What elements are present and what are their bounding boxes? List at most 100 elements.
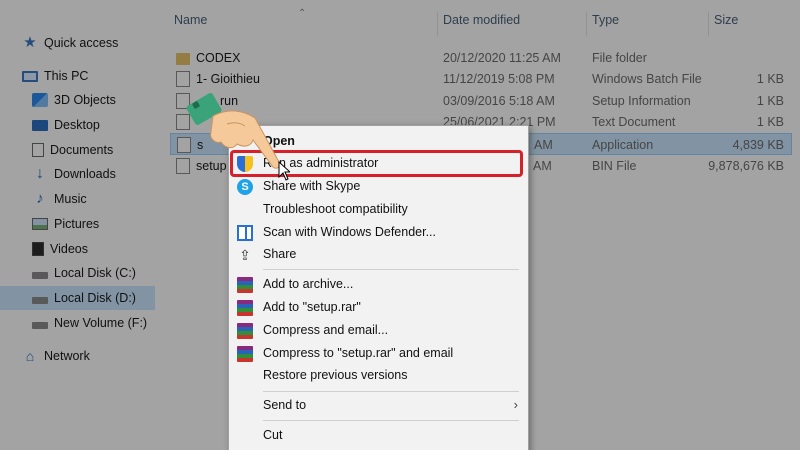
navigation-pane: ★ Quick access This PC 3D Objects Deskto…: [0, 0, 160, 450]
nav-item-label: 3D Objects: [54, 93, 116, 107]
column-header-name[interactable]: Name: [174, 0, 207, 40]
nav-item-label: New Volume (F:): [54, 316, 148, 330]
nav-item-label: Music: [54, 192, 87, 206]
pictures-icon: [32, 218, 48, 230]
menu-separator: [263, 420, 519, 421]
menu-separator: [263, 269, 519, 270]
menu-item-scan-with-defender[interactable]: Scan with Windows Defender...: [229, 221, 528, 244]
file-type: Setup Information: [592, 94, 691, 108]
winrar-icon: [237, 277, 253, 293]
downloads-icon: ↓: [36, 165, 44, 182]
column-divider[interactable]: [586, 12, 587, 36]
file-date: AM: [534, 138, 553, 152]
file-name: 1- Gioithieu: [196, 72, 260, 86]
menu-item-add-to-setup-rar[interactable]: Add to "setup.rar": [229, 296, 528, 319]
file-size: 4,839 KB: [732, 138, 784, 152]
column-header-label: Type: [592, 13, 620, 27]
file-row[interactable]: 1- Gioithieu 11/12/2019 5:08 PM Windows …: [170, 68, 792, 90]
column-header-date[interactable]: Date modified: [443, 0, 520, 40]
column-header-size[interactable]: Size: [714, 0, 738, 40]
nav-item-pictures[interactable]: Pictures: [32, 212, 192, 236]
folder-icon: [176, 53, 190, 65]
nav-item-label: Desktop: [54, 118, 100, 132]
menu-item-add-to-archive[interactable]: Add to archive...: [229, 273, 528, 296]
nav-item-documents[interactable]: Documents: [32, 138, 192, 162]
nav-item-local-disk-d[interactable]: Local Disk (D:): [0, 286, 155, 310]
nav-item-desktop[interactable]: Desktop: [32, 113, 192, 137]
winrar-icon: [237, 346, 253, 362]
file-type: Text Document: [592, 115, 676, 129]
drive-icon: [32, 322, 48, 329]
nav-item-label: Videos: [50, 242, 88, 256]
drive-icon: [32, 272, 48, 279]
menu-item-send-to[interactable]: Send to ›: [229, 394, 528, 417]
menu-item-label: Compress and email...: [263, 323, 389, 337]
menu-item-share[interactable]: ⇪ Share: [229, 243, 528, 266]
desktop-icon: [32, 119, 48, 131]
nav-item-label: Local Disk (D:): [54, 291, 136, 305]
nav-item-label: Pictures: [54, 217, 100, 231]
nav-item-local-disk-c[interactable]: Local Disk (C:): [32, 261, 192, 285]
nav-item-label: Documents: [50, 143, 114, 157]
network-icon: ⌂: [25, 348, 35, 364]
file-type: File folder: [592, 51, 647, 65]
file-size: 1 KB: [756, 94, 784, 108]
menu-item-label: Cut: [263, 428, 283, 442]
nav-item-quick-access[interactable]: ★ Quick access: [22, 31, 182, 55]
nav-item-label: Quick access: [44, 36, 119, 50]
nav-item-network[interactable]: ⌂ Network: [22, 344, 182, 368]
nav-item-label: Network: [44, 349, 90, 363]
nav-item-new-volume-f[interactable]: New Volume (F:): [32, 311, 192, 335]
nav-item-label: This PC: [44, 69, 89, 83]
file-date: 03/09/2016 5:18 AM: [443, 94, 555, 108]
file-date: AM: [533, 159, 552, 173]
menu-item-label: Troubleshoot compatibility: [263, 202, 408, 216]
nav-item-music[interactable]: ♪ Music: [32, 187, 192, 211]
menu-item-compress-to-setup-rar-and-email[interactable]: Compress to "setup.rar" and email: [229, 342, 528, 365]
menu-item-label: Send to: [263, 398, 307, 412]
column-header-label: Date modified: [443, 13, 521, 27]
winrar-icon: [237, 323, 253, 339]
menu-item-troubleshoot-compatibility[interactable]: Troubleshoot compatibility: [229, 198, 528, 221]
drive-icon: [32, 297, 48, 304]
file-type: Windows Batch File: [592, 72, 702, 86]
file-size: 9,878,676 KB: [708, 159, 784, 173]
sort-ascending-icon: ⌃: [298, 8, 307, 19]
documents-icon: [32, 143, 44, 157]
menu-item-cut[interactable]: Cut: [229, 424, 528, 447]
defender-icon: [237, 225, 253, 241]
nav-item-downloads[interactable]: ↓ Downloads: [32, 162, 192, 186]
menu-item-restore-previous-versions[interactable]: Restore previous versions: [229, 364, 528, 387]
nav-item-3d-objects[interactable]: 3D Objects: [32, 88, 192, 112]
menu-item-label: Scan with Windows Defender...: [263, 225, 436, 239]
nav-item-label: Downloads: [54, 167, 116, 181]
computer-icon: [22, 70, 38, 82]
file-row[interactable]: CODEX 20/12/2020 11:25 AM File folder: [170, 47, 792, 69]
file-size: 1 KB: [756, 72, 784, 86]
menu-item-label: Add to archive...: [263, 277, 354, 291]
file-size: 1 KB: [756, 115, 784, 129]
menu-item-label: Restore previous versions: [263, 368, 408, 382]
column-divider[interactable]: [437, 12, 438, 36]
menu-separator: [263, 391, 519, 392]
star-icon: ★: [23, 34, 37, 51]
nav-item-this-pc[interactable]: This PC: [22, 64, 182, 88]
column-header-label: Size: [714, 13, 739, 27]
file-date: 11/12/2019 5:08 PM: [443, 72, 555, 86]
menu-item-label: Share: [263, 247, 297, 261]
nav-item-label: Local Disk (C:): [54, 266, 136, 280]
share-icon: ⇪: [239, 247, 251, 263]
chevron-right-icon: ›: [513, 397, 518, 412]
pointing-hand-icon: [186, 93, 280, 169]
file-type: BIN File: [592, 159, 637, 173]
music-icon: ♪: [36, 190, 44, 207]
column-header-type[interactable]: Type: [592, 0, 619, 40]
mouse-cursor-icon: [278, 161, 290, 181]
nav-item-videos[interactable]: Videos: [32, 237, 192, 261]
3d-objects-icon: [32, 93, 48, 107]
videos-icon: [32, 242, 44, 256]
menu-item-label: Add to "setup.rar": [263, 300, 361, 314]
column-divider[interactable]: [708, 12, 709, 36]
menu-item-compress-and-email[interactable]: Compress and email...: [229, 319, 528, 342]
batch-file-icon: [176, 71, 190, 87]
